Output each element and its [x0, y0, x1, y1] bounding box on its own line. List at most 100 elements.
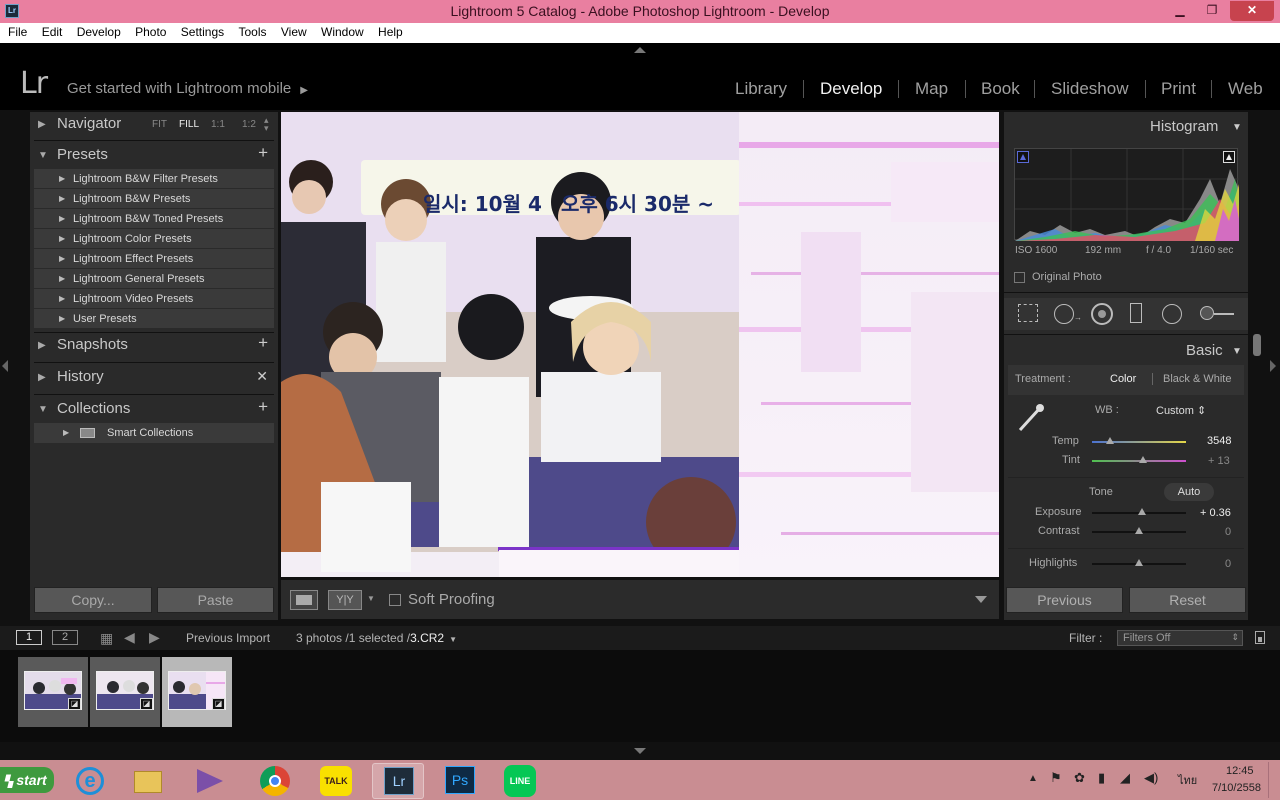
- module-web[interactable]: Web: [1228, 79, 1263, 99]
- paste-settings-button[interactable]: Paste: [157, 587, 274, 613]
- toolbar-options-icon[interactable]: [975, 596, 987, 603]
- taskbar-app-chrome[interactable]: [248, 763, 300, 799]
- start-button[interactable]: ▚ start: [0, 767, 54, 793]
- copy-settings-button[interactable]: Copy...: [34, 587, 152, 613]
- module-map[interactable]: Map: [915, 79, 948, 99]
- red-eye-tool-icon[interactable]: [1091, 303, 1113, 325]
- action-center-flag-icon[interactable]: ⚑: [1050, 770, 1062, 786]
- preset-folder[interactable]: ▶ Lightroom Effect Presets: [34, 249, 274, 269]
- menu-develop[interactable]: Develop: [77, 23, 121, 39]
- clear-history-icon[interactable]: ✕: [256, 368, 268, 385]
- module-slideshow[interactable]: Slideshow: [1051, 79, 1129, 99]
- preset-folder[interactable]: ▶ Lightroom B&W Filter Presets: [34, 169, 274, 189]
- filmstrip-thumbnail[interactable]: ◪: [18, 657, 88, 727]
- view-options-dropdown-icon[interactable]: ▼: [367, 594, 375, 603]
- treatment-color-option[interactable]: Color: [1110, 373, 1136, 385]
- tint-value[interactable]: + 13: [1208, 455, 1230, 467]
- left-panel-toggle-icon[interactable]: [2, 360, 8, 372]
- loupe-view-button[interactable]: [290, 590, 318, 610]
- zoom-fit[interactable]: FIT: [152, 119, 167, 130]
- shadow-clipping-icon[interactable]: [1017, 151, 1029, 163]
- add-collection-icon[interactable]: +: [258, 397, 268, 417]
- module-develop[interactable]: Develop: [820, 79, 882, 99]
- previous-button[interactable]: Previous: [1006, 587, 1123, 613]
- original-photo-checkbox[interactable]: [1014, 272, 1025, 283]
- collapse-arrow-icon[interactable]: ▼: [1232, 346, 1242, 357]
- contrast-value[interactable]: 0: [1225, 526, 1231, 538]
- basic-label[interactable]: Basic: [1186, 342, 1223, 359]
- forward-arrow-icon[interactable]: ▶: [149, 629, 160, 646]
- top-panel-toggle-icon[interactable]: [634, 47, 646, 53]
- spot-removal-tool-icon[interactable]: [1054, 304, 1074, 324]
- before-after-view-button[interactable]: Y|Y: [328, 590, 362, 610]
- right-panel-scrollbar[interactable]: [1253, 334, 1261, 356]
- taskbar-app-vs[interactable]: [185, 763, 237, 799]
- filter-lock-icon[interactable]: [1255, 631, 1265, 644]
- photo-count[interactable]: 3 photos /1 selected /3.CR2 ▼: [296, 631, 457, 645]
- input-language-indicator[interactable]: ไทย: [1178, 771, 1197, 789]
- back-arrow-icon[interactable]: ◀: [124, 629, 135, 646]
- clock-date[interactable]: 7/10/2558: [1212, 782, 1261, 794]
- histogram[interactable]: [1014, 148, 1239, 241]
- collapse-arrow-icon[interactable]: ▼: [1232, 122, 1242, 133]
- taskbar-app-lightroom[interactable]: Lr: [372, 763, 424, 799]
- menu-edit[interactable]: Edit: [42, 23, 63, 39]
- module-library[interactable]: Library: [735, 79, 787, 99]
- secondary-display-button[interactable]: 2: [52, 630, 78, 645]
- bottom-panel-toggle-icon[interactable]: [634, 748, 646, 754]
- preset-folder[interactable]: ▶ Lightroom B&W Toned Presets: [34, 209, 274, 229]
- treatment-bw-option[interactable]: Black & White: [1163, 373, 1231, 385]
- collections-header[interactable]: ▼ Collections +: [30, 397, 278, 423]
- snapshots-header[interactable]: ▶ Snapshots +: [30, 333, 278, 359]
- filmstrip-thumbnail-selected[interactable]: ◪: [162, 657, 232, 727]
- right-panel-toggle-icon[interactable]: [1270, 360, 1276, 372]
- close-icon[interactable]: ✕: [1230, 1, 1274, 21]
- filter-dropdown[interactable]: Filters Off ⇕: [1117, 630, 1243, 646]
- graduated-filter-tool-icon[interactable]: [1130, 303, 1142, 323]
- zoom-fill[interactable]: FILL: [179, 119, 199, 130]
- mobile-promo-link[interactable]: Get started with Lightroom mobile ▶: [67, 80, 308, 97]
- taskbar-app-explorer[interactable]: [122, 763, 174, 799]
- source-breadcrumb[interactable]: Previous Import: [186, 631, 270, 645]
- clock-time[interactable]: 12:45: [1226, 765, 1254, 777]
- add-preset-icon[interactable]: +: [258, 143, 268, 163]
- temp-value[interactable]: 3548: [1207, 435, 1231, 447]
- network-signal-icon[interactable]: ◢: [1120, 770, 1130, 786]
- taskbar-app-ie[interactable]: e: [63, 763, 115, 799]
- zoom-stepper-icon[interactable]: ▴ ▾: [264, 116, 269, 133]
- radial-filter-tool-icon[interactable]: [1162, 304, 1182, 324]
- preset-folder[interactable]: ▶ Lightroom Color Presets: [34, 229, 274, 249]
- show-desktop-button[interactable]: [1268, 762, 1278, 798]
- exposure-value[interactable]: + 0.36: [1200, 507, 1231, 519]
- taskbar-app-line[interactable]: LINE: [494, 763, 546, 799]
- menu-help[interactable]: Help: [378, 23, 403, 39]
- auto-tone-button[interactable]: Auto: [1164, 483, 1214, 501]
- histogram-label[interactable]: Histogram: [1150, 118, 1218, 135]
- restore-icon[interactable]: ❐: [1198, 1, 1226, 21]
- reset-button[interactable]: Reset: [1129, 587, 1246, 613]
- show-hidden-icons-icon[interactable]: ▲: [1028, 773, 1038, 784]
- contrast-slider-knob[interactable]: [1135, 527, 1143, 534]
- settings-tray-icon[interactable]: ✿: [1074, 770, 1085, 786]
- preset-folder[interactable]: ▶ User Presets: [34, 309, 274, 329]
- menu-settings[interactable]: Settings: [181, 23, 224, 39]
- highlights-slider-knob[interactable]: [1135, 559, 1143, 566]
- add-snapshot-icon[interactable]: +: [258, 333, 268, 353]
- taskbar-app-kakaotalk[interactable]: TALK: [310, 763, 362, 799]
- wb-dropdown[interactable]: Custom ⇕: [1156, 404, 1206, 417]
- adjustment-brush-tool-icon[interactable]: [1200, 306, 1214, 320]
- preset-folder[interactable]: ▶ Lightroom B&W Presets: [34, 189, 274, 209]
- menu-tools[interactable]: Tools: [239, 23, 267, 39]
- history-header[interactable]: ▶ History ✕: [30, 365, 278, 391]
- module-print[interactable]: Print: [1161, 79, 1196, 99]
- preset-folder[interactable]: ▶ Lightroom Video Presets: [34, 289, 274, 309]
- taskbar-app-photoshop[interactable]: Ps: [434, 763, 486, 799]
- temp-slider-knob[interactable]: [1106, 437, 1114, 444]
- primary-display-button[interactable]: 1: [16, 630, 42, 645]
- highlights-value[interactable]: 0: [1225, 558, 1231, 570]
- menu-photo[interactable]: Photo: [135, 23, 166, 39]
- menu-file[interactable]: File: [8, 23, 27, 39]
- battery-icon[interactable]: ▮: [1098, 770, 1105, 786]
- module-book[interactable]: Book: [981, 79, 1020, 99]
- navigator-header[interactable]: ▶ Navigator FIT FILL 1:1 1:2 ▴ ▾: [30, 112, 278, 138]
